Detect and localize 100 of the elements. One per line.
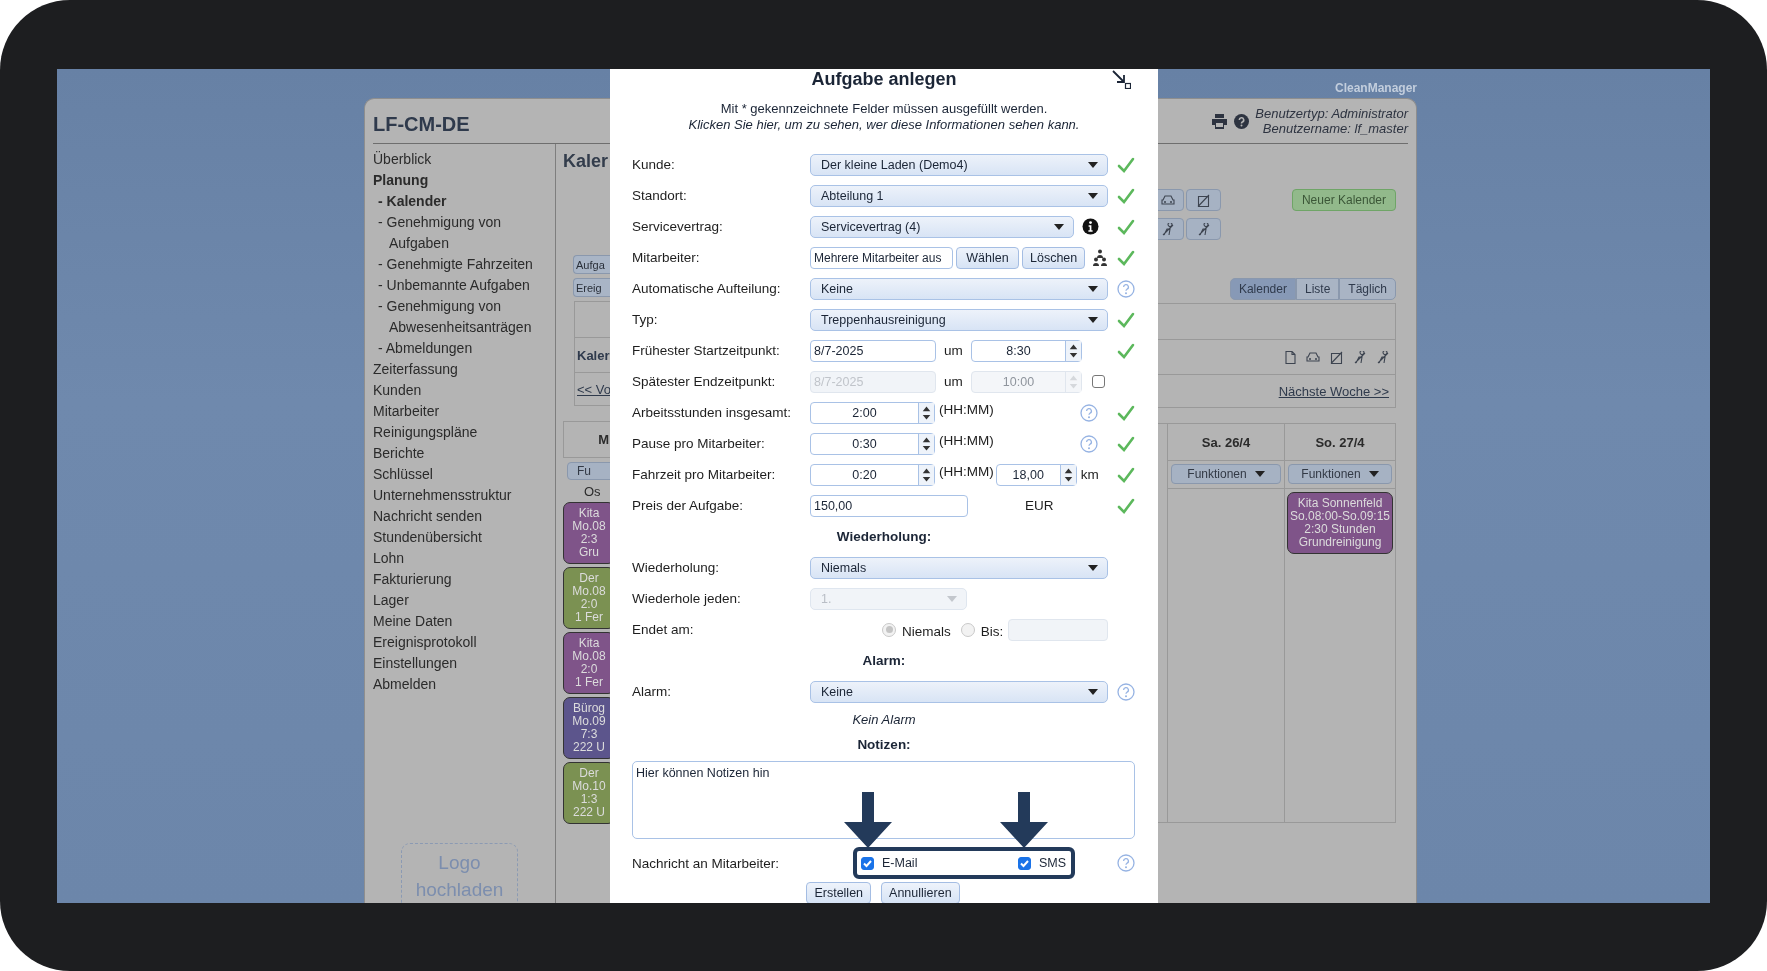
sidebar-item[interactable]: Reinigungspläne	[373, 422, 478, 443]
sidebar-item[interactable]: - Genehmigung von Abwesenheitsanträgen	[378, 296, 548, 338]
action-button[interactable]: Löschen	[1022, 246, 1085, 269]
sidebar-item[interactable]: Unternehmensstruktur	[373, 485, 512, 506]
sidebar-item[interactable]: Planung	[373, 170, 429, 191]
view-tab[interactable]: Täglich	[1339, 278, 1396, 300]
document-icon	[1285, 350, 1296, 364]
visibility-link[interactable]: Klicken Sie hier, um zu sehen, wer diese Informationen sehen kann.	[610, 117, 1158, 133]
calendar-heading: Kaler	[577, 347, 610, 363]
stepper-icon[interactable]	[918, 402, 934, 423]
stepper-icon[interactable]	[1059, 464, 1076, 485]
sidebar-item[interactable]: Einstellungen	[373, 653, 458, 674]
car-icon	[1306, 352, 1320, 362]
toolbar-button[interactable]	[1186, 218, 1221, 240]
sidebar-item[interactable]: Berichte	[373, 443, 425, 464]
price-field[interactable]: 150,00	[810, 494, 968, 517]
view-tab[interactable]: Liste	[1295, 278, 1340, 300]
crossed-person-icon	[1376, 350, 1389, 364]
event-card[interactable]: Kita Sonnenfeld So.08:00-So.09:15 2:30 Stunden Grundreinigung	[1287, 492, 1393, 554]
sidebar-item[interactable]: - Genehmigung von Aufgaben	[378, 212, 548, 254]
dropdown[interactable]: Der kleine Laden (Demo4)	[810, 153, 1108, 176]
checkbox-label: E-Mail	[882, 856, 918, 870]
toolbar-button[interactable]	[1186, 189, 1221, 211]
dropdown[interactable]: Treppenhausreinigung	[810, 308, 1108, 331]
joiner-label: um	[943, 343, 964, 358]
sidebar-item[interactable]: Meine Daten	[373, 611, 453, 632]
sidebar-item[interactable]: Mitarbeiter	[373, 401, 440, 422]
unit-label: (HH:MM)	[939, 433, 994, 448]
caret-icon	[1088, 285, 1098, 292]
sidebar-item[interactable]: Überblick	[373, 149, 432, 170]
field-label: Kunde:	[632, 157, 676, 172]
people-icon[interactable]	[1092, 249, 1108, 266]
new-calendar-button[interactable]: Neuer Kalender	[1291, 189, 1396, 211]
sidebar-item[interactable]: Abmelden	[373, 674, 437, 695]
functions-button[interactable]: Funktionen	[1288, 464, 1392, 484]
sidebar-item[interactable]: Stundenübersicht	[373, 527, 482, 548]
field-label: Pause pro Mitarbeiter:	[632, 436, 766, 451]
notes-field[interactable]: Hier können Notizen hin	[632, 761, 1135, 839]
field-label: Arbeitsstunden insgesamt:	[632, 405, 793, 420]
printer-icon[interactable]	[1211, 113, 1229, 129]
sidebar-item[interactable]: Schlüssel	[373, 464, 433, 485]
field-label: Frühester Startzeitpunkt:	[632, 343, 781, 358]
sidebar-item[interactable]: Nachricht senden	[373, 506, 482, 527]
sidebar-item[interactable]: - Kalender	[378, 191, 548, 212]
field-label: Typ:	[632, 312, 659, 327]
duration-field[interactable]: 0:20	[810, 463, 935, 486]
dropdown[interactable]: Abteilung 1	[810, 184, 1108, 207]
info-icon[interactable]	[1082, 218, 1099, 235]
caret-icon	[1254, 471, 1265, 477]
sidebar-item[interactable]: - Abmeldungen	[378, 338, 548, 359]
sidebar-item[interactable]: Ereignisprotokoll	[373, 632, 477, 653]
section-heading: Alarm:	[862, 653, 906, 668]
view-tab[interactable]: Kalender	[1229, 278, 1296, 300]
field-label: Mitarbeiter:	[632, 250, 701, 265]
caret-icon	[1368, 471, 1379, 477]
checkbox[interactable]	[861, 856, 874, 870]
date-field[interactable]: 8/7-2025	[810, 339, 936, 362]
action-button[interactable]: Wählen	[956, 246, 1019, 269]
dialog-button[interactable]: Erstellen	[806, 882, 872, 903]
input-field[interactable]: Mehrere Mitarbeiter aus	[810, 246, 953, 269]
field-label: Spätester Endzeitpunkt:	[632, 374, 777, 389]
sidebar-item[interactable]: Lohn	[373, 548, 405, 569]
unit-label: (HH:MM)	[939, 464, 994, 479]
user-type: Benutzertyp: Administrator	[1255, 106, 1408, 121]
duration-field[interactable]: 0:30	[810, 432, 935, 455]
brand-name: CleanManager	[1334, 81, 1417, 95]
dropdown[interactable]: Servicevertrag (4)	[810, 215, 1074, 238]
alarm-note: Kein Alarm	[852, 712, 916, 727]
previous-week-link[interactable]: << Vo	[577, 381, 611, 397]
user-name: Benutzername: lf_master	[1261, 121, 1408, 136]
functions-button[interactable]: Funktionen	[1171, 464, 1281, 484]
stepper-icon[interactable]	[1065, 340, 1081, 361]
unit-label: (HH:MM)	[939, 402, 994, 417]
caret-icon	[1088, 564, 1098, 571]
sidebar-item[interactable]: - Genehmigte Fahrzeiten	[378, 254, 548, 275]
help-icon[interactable]	[1234, 113, 1250, 129]
field-label: Servicevertrag:	[632, 219, 724, 234]
joiner-label: um	[943, 374, 964, 389]
dropdown[interactable]: Keine	[810, 277, 1108, 300]
field-label: Wiederholung:	[632, 560, 721, 575]
checkbox[interactable]	[1092, 375, 1105, 388]
crossed-person-icon	[1161, 222, 1174, 236]
sidebar-item[interactable]: Zeiterfassung	[373, 359, 458, 380]
checkbox[interactable]	[1017, 856, 1031, 870]
distance-field[interactable]: 18,00	[995, 463, 1077, 486]
dropdown[interactable]: Niemals	[810, 556, 1108, 579]
time-field[interactable]: 8:30	[971, 339, 1082, 362]
stepper-icon[interactable]	[918, 464, 934, 485]
sidebar-item[interactable]: Kunden	[373, 380, 422, 401]
resize-icon[interactable]	[1112, 70, 1131, 89]
sidebar-item[interactable]: Lager	[373, 590, 409, 611]
dialog-button[interactable]: Annullieren	[881, 882, 960, 903]
stepper-icon[interactable]	[918, 433, 934, 454]
field-label: Preis der Aufgabe:	[632, 498, 745, 513]
next-week-link[interactable]: Nächste Woche >>	[1278, 383, 1389, 399]
duration-field[interactable]: 2:00	[810, 401, 935, 424]
caret-icon	[1088, 192, 1098, 199]
sidebar-item[interactable]: Fakturierung	[373, 569, 452, 590]
sidebar-item[interactable]: - Unbemannte Aufgaben	[378, 275, 548, 296]
dropdown[interactable]: Keine	[810, 680, 1108, 703]
